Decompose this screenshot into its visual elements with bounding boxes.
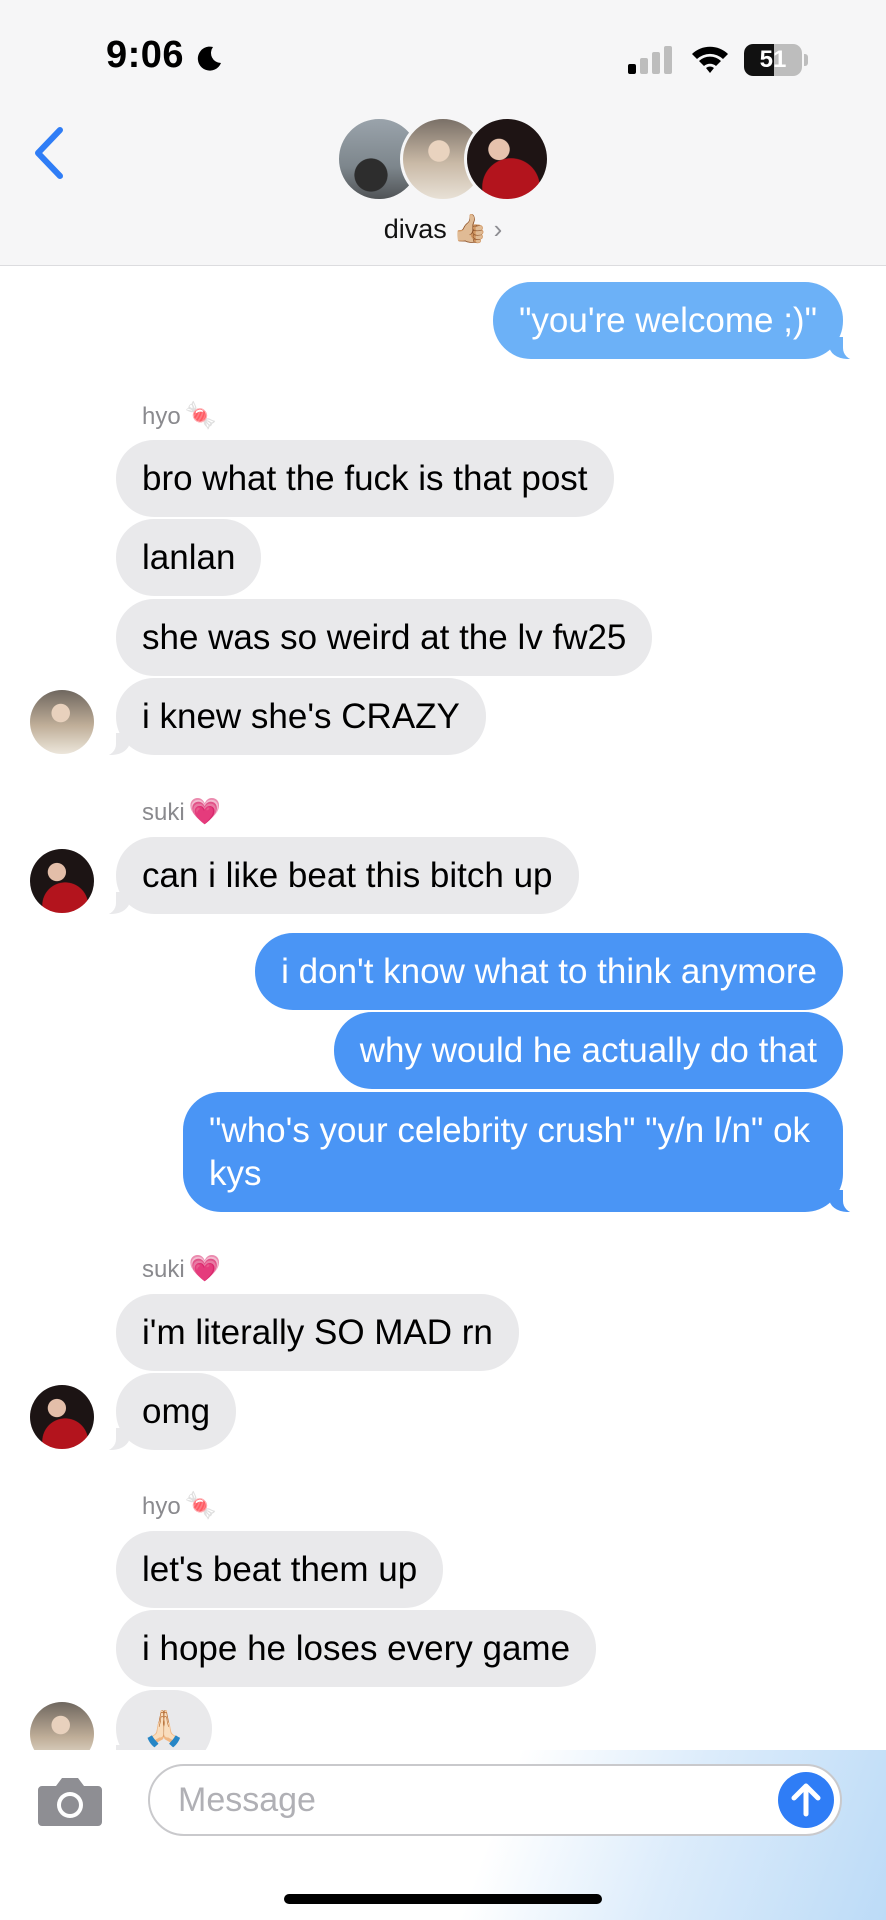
arrow-up-icon [791, 1783, 821, 1817]
message-outgoing[interactable]: i don't know what to think anymore [255, 933, 843, 1010]
input-bar [0, 1750, 886, 1920]
avatar[interactable] [30, 1385, 94, 1449]
chevron-left-icon[interactable] [30, 126, 70, 180]
candy-icon: 🍬 [184, 1490, 218, 1520]
message-incoming[interactable]: omg [95, 1373, 237, 1451]
message-incoming[interactable]: i'm literally SO MAD rn [116, 1294, 519, 1371]
signal-icon [628, 46, 672, 74]
sender-label: suki 💗 [142, 1253, 222, 1283]
status-time: 9:06 [106, 34, 185, 76]
candy-icon: 🍬 [184, 400, 218, 430]
message-incoming[interactable]: bro what the fuck is that post [116, 440, 614, 517]
battery-level: 51 [759, 46, 787, 73]
moon-icon [197, 46, 221, 71]
message-incoming[interactable]: lanlan [116, 519, 262, 596]
group-avatars[interactable] [336, 116, 551, 202]
message-incoming[interactable]: let's beat them up [116, 1531, 444, 1608]
message-outgoing[interactable]: "you're welcome ;)" [492, 282, 864, 360]
conversation-header: 9:06 51 divas 👍🏼 › [0, 0, 886, 266]
wifi-icon [692, 46, 728, 73]
sender-label: suki 💗 [142, 796, 222, 826]
send-button[interactable] [778, 1772, 834, 1828]
message-outgoing[interactable]: "who's your celebrity crush" "y/n l/n" o… [183, 1092, 863, 1213]
camera-icon[interactable] [36, 1772, 104, 1828]
message-incoming[interactable]: can i like beat this bitch up [96, 837, 579, 915]
group-name: divas [383, 214, 447, 244]
pink-heart-icon: 💗 [188, 796, 222, 826]
sender-label: hyo 🍬 [142, 1490, 218, 1520]
message-field[interactable] [148, 1764, 842, 1836]
message-input[interactable] [178, 1766, 738, 1834]
thumbs-up-icon: 👍🏼 [452, 213, 488, 244]
message-incoming[interactable]: she was so weird at the lv fw25 [116, 599, 653, 676]
group-avatar-3 [464, 116, 550, 202]
group-name-row[interactable]: divas 👍🏼 › [0, 212, 886, 245]
home-indicator [284, 1894, 602, 1904]
pink-heart-icon: 💗 [188, 1253, 222, 1283]
sender-label: hyo 🍬 [142, 400, 218, 430]
avatar[interactable] [30, 690, 94, 754]
battery-icon: 51 [744, 44, 808, 76]
avatar[interactable] [30, 849, 94, 913]
message-outgoing[interactable]: why would he actually do that [333, 1012, 843, 1089]
chevron-right-icon: › [493, 214, 503, 244]
message-incoming[interactable]: i hope he loses every game [116, 1610, 597, 1687]
message-incoming[interactable]: i knew she's CRAZY [96, 678, 486, 756]
